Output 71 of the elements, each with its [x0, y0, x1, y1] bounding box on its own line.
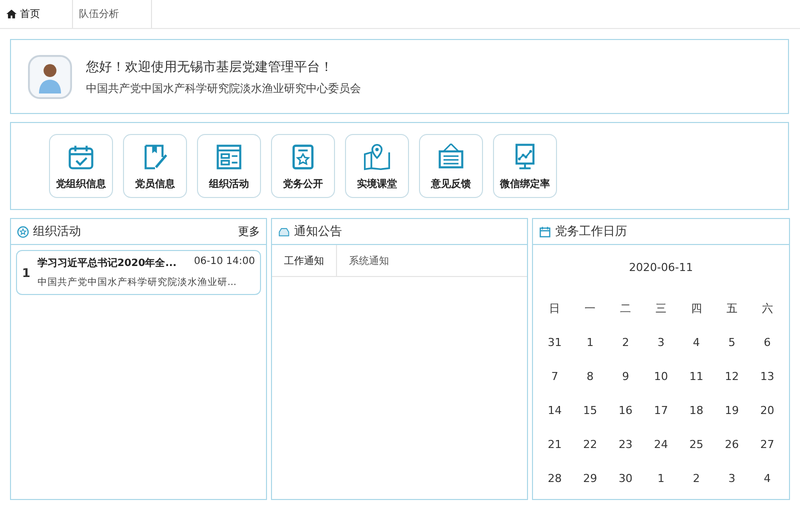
calendar-day[interactable]: 5: [714, 326, 750, 360]
calendar-day[interactable]: 3: [714, 462, 750, 496]
more-link[interactable]: 更多: [238, 224, 260, 239]
shortcut-button[interactable]: 党组织信息: [49, 134, 113, 198]
calendar-day[interactable]: 20: [750, 394, 785, 428]
calendar-day[interactable]: 29: [572, 462, 608, 496]
item-number: 1: [22, 266, 30, 280]
weekday-label: 五: [725, 301, 738, 314]
map-pin-icon: [362, 142, 392, 172]
weekday-label: 三: [654, 301, 668, 314]
calendar-day[interactable]: 12: [714, 360, 750, 394]
activity-title: 学习习近平总书记2020年全...: [37, 256, 177, 270]
calendar-day[interactable]: 4: [750, 462, 785, 496]
calendar-day[interactable]: 14: [537, 394, 572, 428]
calendar-day[interactable]: 1: [643, 462, 679, 496]
calendar-day[interactable]: 24: [643, 428, 679, 462]
tab[interactable]: 队伍分析: [73, 0, 152, 28]
shortcut-button[interactable]: 实境课堂: [345, 134, 409, 198]
calendar-day[interactable]: 10: [643, 360, 679, 394]
activity-time: 06-10 14:00: [194, 256, 255, 269]
calendar-day[interactable]: 18: [678, 394, 714, 428]
calendar-day[interactable]: 25: [678, 428, 714, 462]
welcome-message: 您好！欢迎使用无锡市基层党建管理平台！: [86, 58, 334, 76]
weekday-label: 六: [760, 301, 774, 314]
shortcut-button[interactable]: 组织活动: [197, 134, 261, 198]
shortcut-button[interactable]: 意见反馈: [419, 134, 483, 198]
calendar-day[interactable]: 6: [750, 326, 785, 360]
panel-title: 党务工作日历: [555, 223, 628, 240]
badge-icon: [17, 226, 29, 238]
weekday-label: 日: [548, 301, 562, 314]
calendar-icon: [539, 226, 551, 238]
calendar-day[interactable]: 13: [750, 360, 785, 394]
calendar-day[interactable]: 19: [714, 394, 750, 428]
tab[interactable]: 首页: [0, 0, 73, 28]
calendar-day[interactable]: 2: [608, 326, 644, 360]
calendar-day[interactable]: 9: [608, 360, 644, 394]
shortcut-button[interactable]: 党务公开: [271, 134, 335, 198]
avatar-icon: [28, 54, 72, 98]
tray-icon: [278, 226, 290, 238]
panel-title: 通知公告: [294, 223, 343, 240]
calendar-day[interactable]: 11: [678, 360, 714, 394]
calendar-date: 2020-06-11: [628, 261, 694, 274]
weekday-label: 二: [619, 301, 632, 314]
calendar-day[interactable]: 8: [572, 360, 608, 394]
calendar-day[interactable]: 15: [572, 394, 608, 428]
calendar-day[interactable]: 23: [608, 428, 644, 462]
weekday-label: 四: [690, 301, 703, 314]
calendar-day[interactable]: 31: [537, 326, 572, 360]
calendar-day[interactable]: 4: [678, 326, 714, 360]
calendar-day[interactable]: 27: [750, 428, 785, 462]
organization-name: 中国共产党中国水产科学研究院淡水渔业研究中心委员会: [86, 80, 361, 96]
calendar-day[interactable]: 17: [643, 394, 679, 428]
hanging-board-icon: [436, 142, 466, 172]
calendar-day[interactable]: 16: [608, 394, 644, 428]
activity-card[interactable]: 1 学习习近平总书记2020年全... 06-10 14:00 中国共产党中国水产科学研究院淡水渔业研...: [16, 250, 261, 295]
calendar-day[interactable]: 30: [608, 462, 644, 496]
calendar-day[interactable]: 2: [678, 462, 714, 496]
home-icon: [6, 9, 17, 19]
calendar-day[interactable]: 7: [537, 360, 572, 394]
calendar-day[interactable]: 1: [572, 326, 608, 360]
calendar-day[interactable]: 28: [537, 462, 572, 496]
calendar-day[interactable]: 22: [572, 428, 608, 462]
calendar-day[interactable]: 26: [714, 428, 750, 462]
activity-organization: 中国共产党中国水产科学研究院淡水渔业研...: [37, 276, 238, 289]
panel-title: 组织活动: [33, 223, 82, 240]
shortcut-button[interactable]: 微信绑定率: [493, 134, 557, 198]
weekday-label: 一: [584, 301, 597, 314]
calendar-day[interactable]: 3: [643, 326, 679, 360]
shortcut-button[interactable]: 党员信息: [123, 134, 187, 198]
form-icon: [214, 142, 244, 172]
calendar-day[interactable]: 21: [537, 428, 572, 462]
